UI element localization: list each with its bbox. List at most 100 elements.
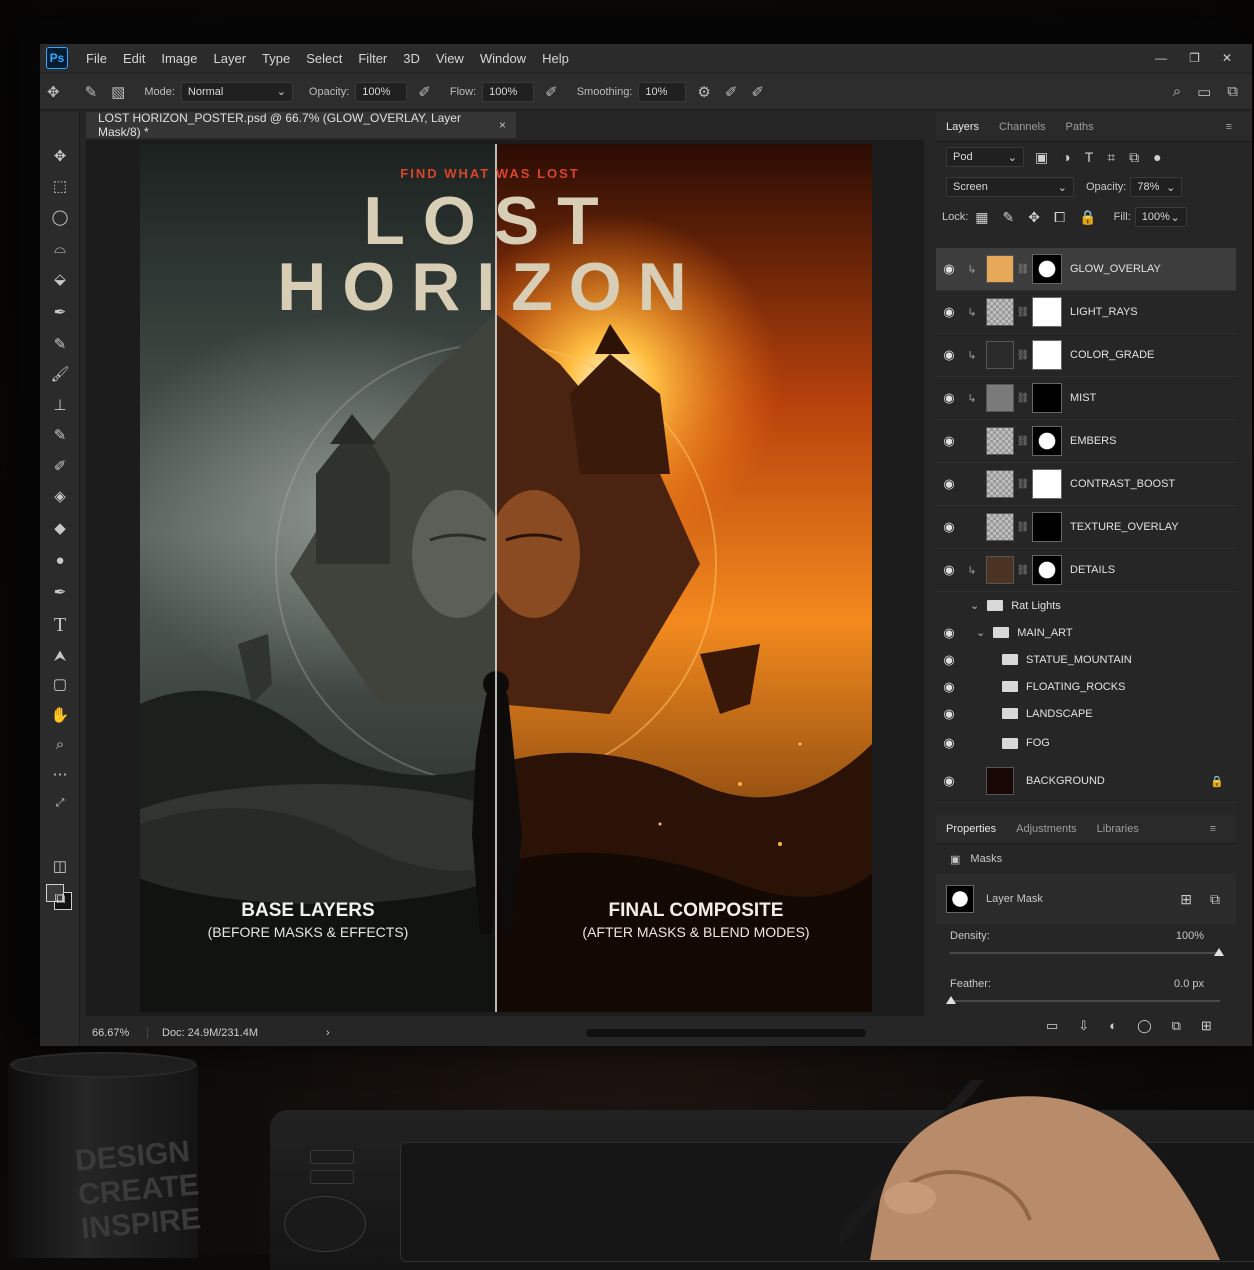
menu-3d[interactable]: 3D [395, 51, 428, 66]
layer-glow-overlay[interactable]: ◉ ↳ ⛓ GLOW_OVERLAY [936, 248, 1236, 291]
menu-type[interactable]: Type [254, 51, 298, 66]
density-slider-knob[interactable] [1214, 948, 1224, 956]
layer-mask-thumbnail[interactable] [1032, 555, 1062, 585]
symmetry-icon[interactable]: ✐ [751, 83, 764, 101]
group-floating-rocks[interactable]: ◉ FLOATING_ROCKS [936, 673, 1236, 700]
default-colors-icon[interactable]: ⤢ [48, 792, 72, 814]
group-main-art[interactable]: ◉ ⌄ MAIN_ART [936, 619, 1236, 646]
delete-mask-icon[interactable]: ⊞ [1201, 1018, 1212, 1034]
visibility-eye-icon[interactable]: ◉ [936, 390, 962, 406]
marquee-tool-icon[interactable]: ⬚ [48, 176, 72, 198]
brush-tool-icon[interactable]: 🖌 [48, 364, 72, 386]
visibility-eye-icon[interactable]: ◉ [936, 347, 962, 363]
type-tool-icon[interactable]: T [48, 614, 72, 636]
lock-artboard-icon[interactable]: ⧠ [1054, 209, 1065, 226]
layer-mask-thumbnail[interactable] [1032, 340, 1062, 370]
tab-paths[interactable]: Paths [1056, 121, 1104, 133]
link-icon[interactable]: ⛓ [1014, 350, 1032, 361]
invert-mask-icon[interactable]: ◯ [1137, 1018, 1152, 1034]
panel-menu-icon[interactable]: ≡ [1200, 823, 1226, 835]
lock-pixels-icon[interactable]: ✎ [1003, 209, 1015, 226]
opacity-field[interactable]: 100% [355, 81, 408, 102]
restore-icon[interactable]: ❐ [1189, 51, 1200, 65]
blend-mode-select[interactable]: Screen ⌄ [946, 177, 1074, 197]
chevron-down-icon[interactable]: ⌄ [970, 599, 979, 612]
home-move-icon[interactable]: ✥ [47, 83, 60, 101]
density-value[interactable]: 100% [1176, 930, 1204, 942]
lock-all-icon[interactable]: 🔒 [1079, 209, 1096, 226]
zoom-tool-icon[interactable]: ⌕ [48, 734, 72, 756]
flow-field[interactable]: 100% [482, 81, 535, 102]
filter-pixel-icon[interactable]: ▣ [1035, 149, 1048, 166]
lasso-tool-icon[interactable]: ◯ [48, 207, 72, 229]
group-fog[interactable]: ◉ FOG [936, 727, 1236, 759]
blur-tool-icon[interactable]: ◆ [48, 518, 72, 540]
path-select-icon[interactable]: ⮝ [48, 646, 72, 668]
chevron-down-icon[interactable]: ⌄ [976, 626, 985, 639]
load-selection-icon[interactable]: ▭ [1046, 1018, 1058, 1034]
pressure-opacity-icon[interactable]: ✐ [418, 83, 431, 101]
link-icon[interactable]: ⛓ [1014, 436, 1032, 447]
panel-menu-icon[interactable]: ≡ [1216, 121, 1242, 133]
link-icon[interactable]: ⛓ [1014, 393, 1032, 404]
filter-smart-object-icon[interactable]: ⧉ [1129, 149, 1139, 166]
layer-mask-thumbnail[interactable] [1032, 426, 1062, 456]
clone-stamp-icon[interactable]: ⊥ [48, 395, 72, 417]
tab-channels[interactable]: Channels [989, 121, 1055, 133]
brush-preset-icon[interactable]: ✎ [85, 83, 98, 101]
history-brush-icon[interactable]: ✎ [48, 425, 72, 447]
pressure-size-icon[interactable]: ✐ [725, 83, 738, 101]
share-icon[interactable]: ⧉ [1227, 83, 1238, 101]
tab-adjustments[interactable]: Adjustments [1006, 823, 1087, 835]
feather-slider-knob[interactable] [946, 996, 956, 1004]
shape-tool-icon[interactable]: ▢ [48, 674, 72, 696]
lock-icon[interactable]: 🔒 [1210, 775, 1224, 788]
layer-mist[interactable]: ◉ ↳ ⛓ MIST [936, 377, 1236, 420]
menu-select[interactable]: Select [298, 51, 350, 66]
dodge-tool-icon[interactable]: ● [48, 550, 72, 572]
layer-background[interactable]: ◉ BACKGROUND 🔒 [936, 760, 1236, 803]
visibility-eye-icon[interactable]: ◉ [936, 261, 962, 277]
document-tab[interactable]: LOST HORIZON_POSTER.psd @ 66.7% (GLOW_OV… [86, 111, 516, 139]
layer-mask-thumbnail[interactable] [1032, 254, 1062, 284]
polygonal-lasso-icon[interactable]: ⌓ [48, 238, 72, 260]
menu-view[interactable]: View [428, 51, 472, 66]
feather-slider[interactable] [950, 1000, 1220, 1002]
visibility-eye-icon[interactable]: ◉ [936, 562, 962, 578]
object-select-icon[interactable]: ⬙ [48, 269, 72, 291]
add-pixel-mask-icon[interactable]: ⊞ [1180, 891, 1192, 908]
search-icon[interactable]: ⌕ [1173, 83, 1181, 101]
apply-mask-icon[interactable]: ⇩ [1078, 1018, 1089, 1034]
visibility-eye-icon[interactable]: ◉ [936, 652, 962, 668]
minimize-icon[interactable]: — [1155, 51, 1167, 65]
layer-color-grade[interactable]: ◉ ↳ ⛓ COLOR_GRADE [936, 334, 1236, 377]
group-landscape[interactable]: ◉ LANDSCAPE [936, 700, 1236, 727]
screen-mode-icon[interactable]: ⧉ [48, 888, 72, 910]
move-tool-icon[interactable]: ✥ [48, 146, 72, 168]
eyedropper-icon[interactable]: ✒ [48, 302, 72, 324]
filter-type-icon[interactable]: T [1085, 149, 1094, 165]
filter-adjustment-icon[interactable]: ◑ [1062, 149, 1070, 165]
horizontal-scrollbar[interactable] [585, 1029, 866, 1037]
layer-mask-thumbnail[interactable] [1032, 469, 1062, 499]
menu-filter[interactable]: Filter [350, 51, 395, 66]
feather-value[interactable]: 0.0 px [1174, 978, 1204, 990]
filter-toggle-icon[interactable]: ● [1153, 149, 1161, 165]
visibility-eye-icon[interactable]: ◉ [936, 625, 962, 641]
eraser-tool-icon[interactable]: ✐ [48, 456, 72, 478]
app-logo[interactable]: Ps [46, 47, 68, 69]
layer-opacity-field[interactable]: 78% ⌄ [1130, 177, 1183, 197]
visibility-eye-icon[interactable]: ◉ [936, 773, 962, 789]
layer-mask-thumbnail[interactable] [1032, 383, 1062, 413]
airbrush-icon[interactable]: ✐ [545, 83, 558, 101]
status-menu-arrow[interactable]: › [326, 1027, 330, 1039]
menu-edit[interactable]: Edit [115, 51, 153, 66]
layer-light-rays[interactable]: ◉ ↳ ⛓ LIGHT_RAYS [936, 291, 1236, 334]
tab-libraries[interactable]: Libraries [1087, 823, 1149, 835]
visibility-eye-icon[interactable]: ◉ [936, 706, 962, 722]
disable-mask-icon[interactable]: ◐ [1109, 1018, 1117, 1034]
group-rat-lights[interactable]: ⌄ Rat Lights [936, 592, 1236, 619]
menu-file[interactable]: File [78, 51, 115, 66]
tab-properties[interactable]: Properties [936, 823, 1006, 835]
visibility-eye-icon[interactable]: ◉ [936, 433, 962, 449]
